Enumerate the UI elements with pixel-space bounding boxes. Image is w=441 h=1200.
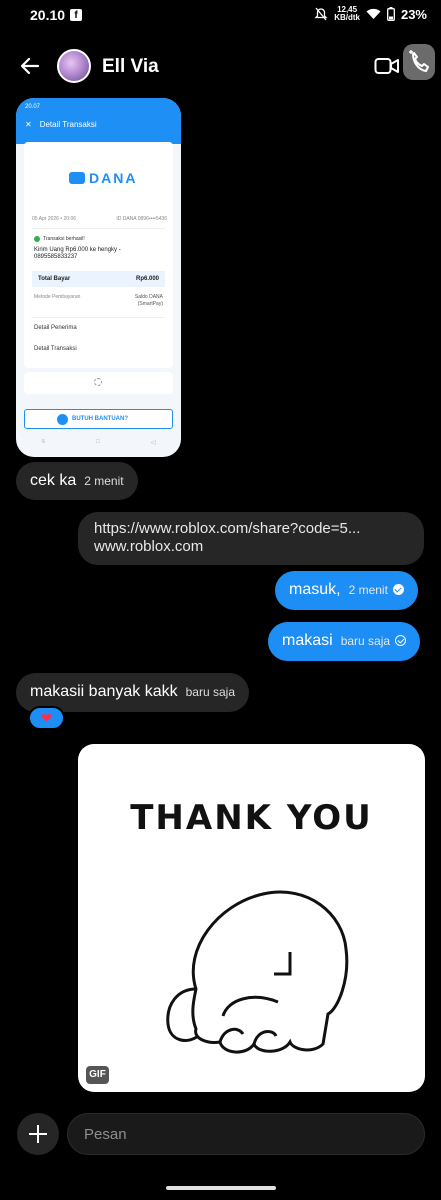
- voice-call-button[interactable]: [403, 44, 435, 80]
- battery-percentage: 23%: [400, 6, 427, 22]
- gif-message[interactable]: THANK YOU GIF: [78, 744, 425, 1092]
- receipt-date: 05 Apr 2026 • 20:06: [32, 216, 77, 222]
- gif-badge: GIF: [86, 1066, 109, 1084]
- add-attachment-button[interactable]: [17, 1113, 59, 1155]
- network-speed-unit: KB/dtk: [334, 13, 360, 22]
- receipt-title: Detail Transaksi: [39, 120, 97, 129]
- dana-logo-icon: [69, 172, 85, 184]
- message-text: makasii banyak kakk: [30, 683, 178, 700]
- back-arrow-icon[interactable]: [18, 54, 42, 78]
- message-input-placeholder: Pesan: [84, 1126, 127, 1143]
- message-time: 2 menit: [348, 583, 388, 597]
- spinner-icon: [94, 378, 102, 386]
- message-outgoing[interactable]: makasi baru saja: [268, 622, 421, 661]
- help-button: BUTUH BANTUAN?: [24, 409, 173, 429]
- help-icon: [57, 414, 68, 425]
- status-bar: 20.10 f 12,45 KB/dtk 23%: [0, 0, 441, 32]
- receipt-status: Transaksi berhasil!: [34, 236, 85, 242]
- close-icon: ✕: [25, 120, 32, 129]
- heart-reaction[interactable]: ❤: [28, 706, 65, 730]
- cat-illustration: [166, 890, 349, 1054]
- phone-icon: [409, 50, 429, 72]
- receipt-card: DANA 05 Apr 2026 • 20:06 ID DANA 0896•••…: [24, 142, 173, 368]
- sent-check-icon: [395, 635, 407, 646]
- message-link-preview[interactable]: https://www.roblox.com/share?code=5... w…: [78, 512, 424, 565]
- divider: [32, 317, 165, 318]
- help-label: BUTUH BANTUAN?: [72, 416, 128, 422]
- facebook-notification-icon: f: [70, 9, 82, 21]
- message-incoming[interactable]: cek ka 2 menit: [16, 462, 138, 500]
- receipt-status-text: Transaksi berhasil!: [43, 236, 85, 242]
- receipt-title-row: ✕ Detail Transaksi: [25, 120, 97, 129]
- link-domain: www.roblox.com: [94, 538, 204, 555]
- loading-panel: [24, 372, 173, 394]
- network-speed: 12,45 KB/dtk: [334, 6, 360, 22]
- dana-logo: DANA: [69, 170, 137, 186]
- total-value: Rp6.000: [135, 276, 159, 282]
- chat-header: Ell Via: [0, 44, 441, 88]
- message-time: 2 menit: [84, 474, 124, 488]
- receipt-id: ID DANA 0896••••5436: [116, 216, 167, 222]
- payment-method-value: Saldo DANA (SmartPay): [134, 294, 163, 307]
- transaction-detail-label: Detail Transaksi: [34, 346, 77, 352]
- success-check-icon: [34, 236, 40, 242]
- screenshot-image-message[interactable]: 20.07 ✕ Detail Transaksi DANA 05 Apr 2026…: [16, 98, 181, 457]
- avatar[interactable]: [57, 49, 91, 83]
- status-right: 12,45 KB/dtk 23%: [314, 6, 427, 22]
- battery-icon: [387, 7, 395, 21]
- message-text: makasi: [282, 632, 333, 649]
- total-label: Total Bayar: [38, 276, 71, 282]
- message-text: masuk,: [289, 581, 341, 598]
- message-text: cek ka: [30, 472, 77, 489]
- receipt-description: Kirim Uang Rp6.000 ke hengky - 089558583…: [34, 247, 121, 260]
- back-icon: ◁: [150, 440, 156, 446]
- divider: [32, 228, 165, 229]
- message-input[interactable]: Pesan: [67, 1113, 425, 1155]
- home-indicator[interactable]: [166, 1186, 276, 1190]
- read-check-icon: [392, 584, 404, 595]
- contact-name[interactable]: Ell Via: [102, 56, 159, 78]
- dana-brand: DANA: [89, 170, 138, 186]
- recipient-detail-label: Detail Penerima: [34, 325, 77, 331]
- recents-icon: ≡: [41, 439, 46, 445]
- payment-method-label: Metode Pembayaran: [34, 294, 81, 300]
- receipt-total-row: Total Bayar Rp6.000: [32, 271, 165, 287]
- bell-off-icon: [314, 7, 328, 21]
- link-url[interactable]: https://www.roblox.com/share?code=5...: [94, 520, 408, 538]
- message-time: baru saja: [340, 634, 391, 648]
- receipt-status-time: 20.07: [25, 104, 41, 110]
- message-outgoing[interactable]: masuk, 2 menit: [275, 571, 418, 610]
- status-time: 20.10: [30, 7, 66, 23]
- receipt-top-bar: 20.07 ✕ Detail Transaksi: [16, 98, 181, 144]
- receipt-nav-bar: ≡ □ ◁: [16, 439, 181, 451]
- wifi-icon: [366, 8, 381, 19]
- home-icon: □: [96, 439, 100, 445]
- video-call-icon[interactable]: [374, 55, 400, 77]
- message-time: baru saja: [185, 685, 235, 699]
